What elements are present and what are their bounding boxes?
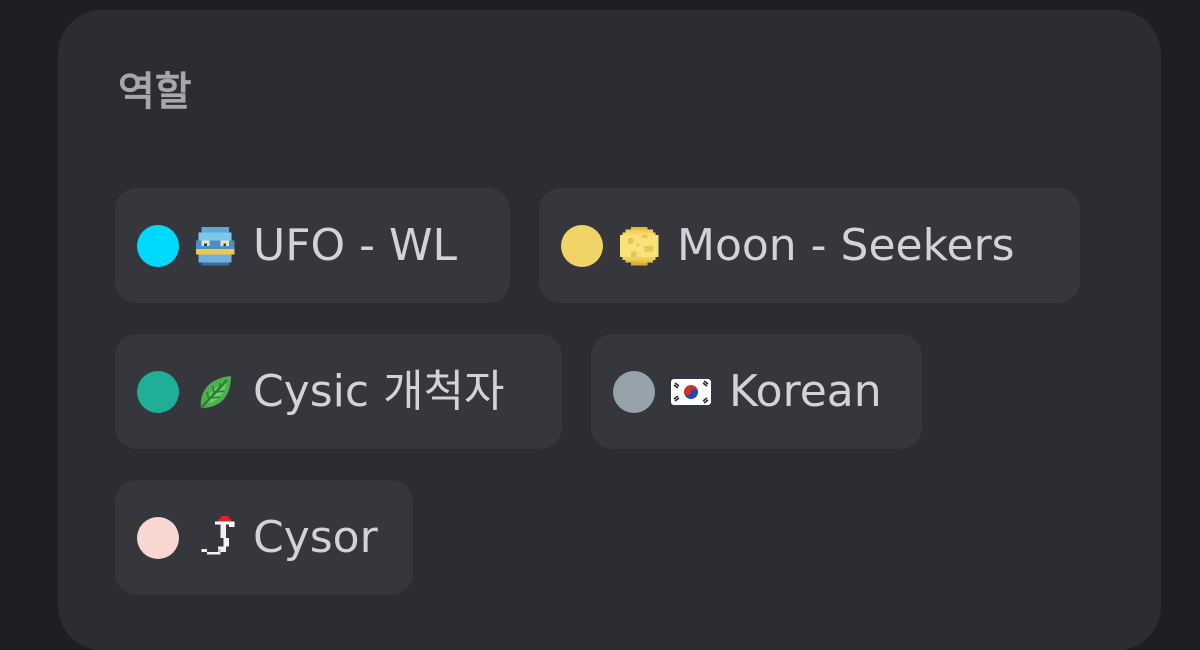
leaf-icon (200, 375, 231, 409)
moon-pixel-icon (619, 226, 659, 265)
role-label: UFO - WL (253, 219, 458, 271)
role-chip-cysor[interactable]: Cysor (115, 480, 413, 595)
role-label: Cysor (253, 511, 378, 563)
role-color-dot (137, 224, 179, 267)
role-label: Korean (729, 365, 882, 417)
role-chip-ufo-wl[interactable]: UFO - WL (115, 188, 510, 303)
role-color-dot (561, 224, 603, 267)
section-title: 역할 (118, 69, 192, 115)
role-color-dot (137, 370, 179, 413)
role-chip-cysic-pioneer[interactable]: Cysic 개척자 (115, 334, 562, 449)
south-korea-flag-icon (671, 378, 711, 405)
santa-cysor-pixel-icon (201, 515, 235, 554)
role-color-dot (613, 370, 655, 413)
role-label: Cysic 개척자 (253, 365, 505, 417)
role-label: Moon - Seekers (677, 219, 1015, 271)
role-color-dot (137, 516, 179, 559)
role-chip-korean[interactable]: Korean (591, 334, 922, 449)
role-chip-moon-seekers[interactable]: Moon - Seekers (539, 188, 1080, 303)
ufo-pixel-icon (195, 226, 235, 265)
